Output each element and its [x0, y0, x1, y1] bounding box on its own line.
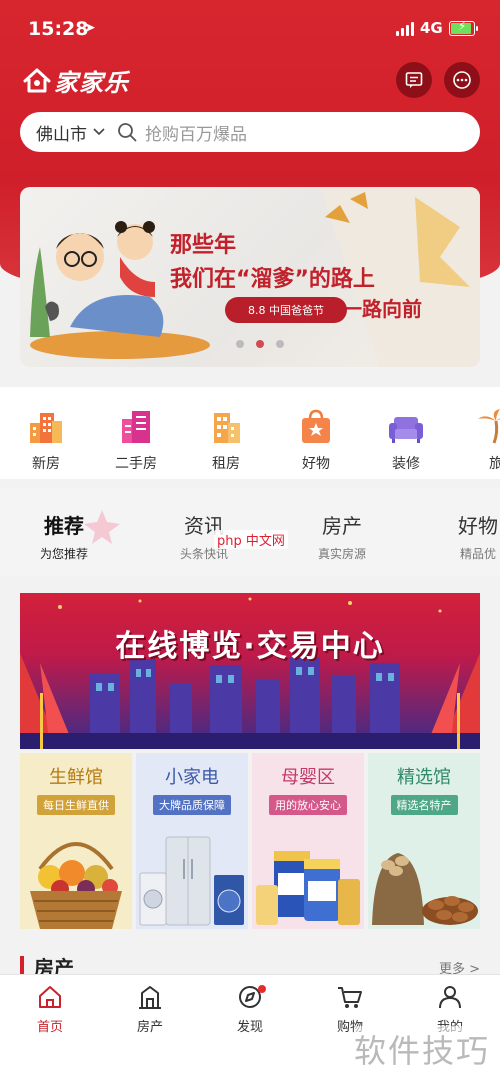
logo-house-icon [23, 68, 51, 93]
category-goods[interactable]: 好物 [286, 407, 346, 473]
signal-icon [396, 22, 416, 36]
search-icon [118, 123, 137, 142]
tab-subtitle: 为您推荐 [40, 547, 89, 561]
tab-label: 房产 [136, 1020, 163, 1035]
fruit-basket-image [30, 842, 122, 929]
category-rent[interactable]: 租房 [196, 407, 256, 473]
category-second-hand[interactable]: 二手房 [106, 407, 166, 473]
tile-appliance[interactable]: 小家电 大牌品质保障 [136, 753, 248, 929]
network-type: 4G [420, 19, 443, 37]
status-time: 15:28 [28, 18, 89, 40]
message-icon [405, 72, 423, 88]
message-button[interactable] [396, 62, 432, 98]
second-hand-house-icon [122, 411, 150, 443]
tile-title: 精选馆 [397, 767, 451, 788]
building-icon [139, 986, 161, 1009]
tab-subtitle: 精品优 [459, 547, 496, 561]
palm-tree-icon [478, 409, 500, 444]
sofa-icon [389, 417, 423, 443]
more-dots-icon [453, 71, 471, 89]
cart-icon [338, 987, 362, 1008]
chevron-down-icon[interactable] [93, 128, 105, 136]
category-label: 旅 [489, 456, 500, 472]
status-bar: 15:28 ➤ 4G ⚡ [0, 0, 500, 56]
battery-icon: ⚡ [449, 19, 475, 36]
appliance-image [139, 836, 244, 926]
tab-title: 房产 [322, 514, 362, 538]
category-label: 二手房 [115, 456, 157, 472]
banner-line-3: 一路向前 [342, 297, 422, 321]
rent-house-icon [214, 413, 240, 443]
tab-property-nav[interactable]: 房产 [120, 983, 180, 1035]
category-label: 租房 [212, 456, 240, 472]
category-label: 新房 [32, 456, 60, 472]
carousel-indicator[interactable] [236, 340, 284, 348]
tile-tag: 精选名特产 [390, 795, 458, 815]
app-logo[interactable]: 家家乐 [22, 62, 129, 98]
tile-title: 小家电 [165, 767, 219, 788]
promo-banner[interactable]: 那些年 我们在“溜爹”的路上 一路向前 8.8 中国爸爸节 [20, 187, 480, 367]
tile-title: 母婴区 [281, 767, 335, 788]
carousel-dot[interactable] [236, 340, 244, 348]
logo-text: 家家乐 [54, 68, 129, 97]
category-row: 新房 二手房 租房 好物 装修 旅 [0, 387, 500, 479]
category-decoration[interactable]: 装修 [376, 407, 436, 473]
category-label: 装修 [392, 456, 420, 472]
location-arrow-icon: ➤ [84, 20, 96, 36]
tab-title: 好物 [458, 514, 498, 538]
tile-tag: 每日生鲜直供 [37, 795, 115, 815]
tab-title: 推荐 [44, 514, 84, 538]
expo-title: 在线博览·交易中心 [115, 629, 385, 664]
milk-powder-image [256, 851, 360, 925]
category-new-house[interactable]: 新房 [16, 407, 76, 473]
home-icon [39, 986, 61, 1008]
section-header: 房产 更多 > [20, 952, 480, 980]
category-tiles: 生鲜馆 每日生鲜直供 小家电 大牌品质保障 母婴区 用的放心安心 精选馆 精选名… [20, 753, 480, 929]
search-placeholder[interactable]: 抢购百万爆品 [145, 120, 247, 145]
tab-property[interactable]: 房产 真实房源 [318, 510, 366, 562]
more-button[interactable] [444, 62, 480, 98]
tab-subtitle: 真实房源 [318, 547, 367, 561]
tab-discover[interactable]: 发现 [220, 983, 280, 1035]
tab-home[interactable]: 首页 [20, 983, 80, 1035]
tile-baby[interactable]: 母婴区 用的放心安心 [252, 753, 364, 929]
expo-city-illustration [20, 597, 480, 749]
banner-line-2: 我们在“溜爹”的路上 [170, 267, 375, 292]
city-selector[interactable]: 佛山市 [36, 120, 87, 145]
tab-goods[interactable]: 好物 精品优 [458, 510, 498, 562]
carousel-dot[interactable] [276, 340, 284, 348]
banner-badge: 8.8 中国爸爸节 [225, 297, 347, 323]
tile-fresh[interactable]: 生鲜馆 每日生鲜直供 [20, 753, 132, 929]
nuts-image [372, 853, 478, 925]
site-watermark-bottom: 软件技巧 [354, 1026, 491, 1072]
tile-tag: 大牌品质保障 [153, 795, 231, 815]
notification-dot [258, 985, 266, 993]
new-house-icon [30, 413, 62, 443]
tab-recommend[interactable]: 推荐 为您推荐 [40, 510, 88, 562]
goods-bag-icon [302, 409, 330, 443]
user-icon [439, 986, 461, 1009]
tile-selected[interactable]: 精选馆 精选名特产 [368, 753, 480, 929]
site-watermark: php 中文网 [214, 530, 288, 549]
search-bar[interactable]: 佛山市 抢购百万爆品 [20, 112, 480, 152]
tab-label: 发现 [236, 1020, 263, 1035]
tab-label: 首页 [36, 1020, 63, 1035]
tile-tag: 用的放心安心 [269, 795, 347, 815]
category-label: 好物 [302, 456, 330, 472]
battery-tip [476, 26, 478, 31]
banner-line-1: 那些年 [170, 233, 237, 258]
tile-title: 生鲜馆 [49, 767, 103, 788]
section-accent-bar [20, 956, 24, 974]
category-travel[interactable]: 旅 [466, 407, 500, 473]
expo-banner[interactable]: 在线博览·交易中心 [20, 593, 480, 749]
carousel-dot[interactable] [256, 340, 264, 348]
